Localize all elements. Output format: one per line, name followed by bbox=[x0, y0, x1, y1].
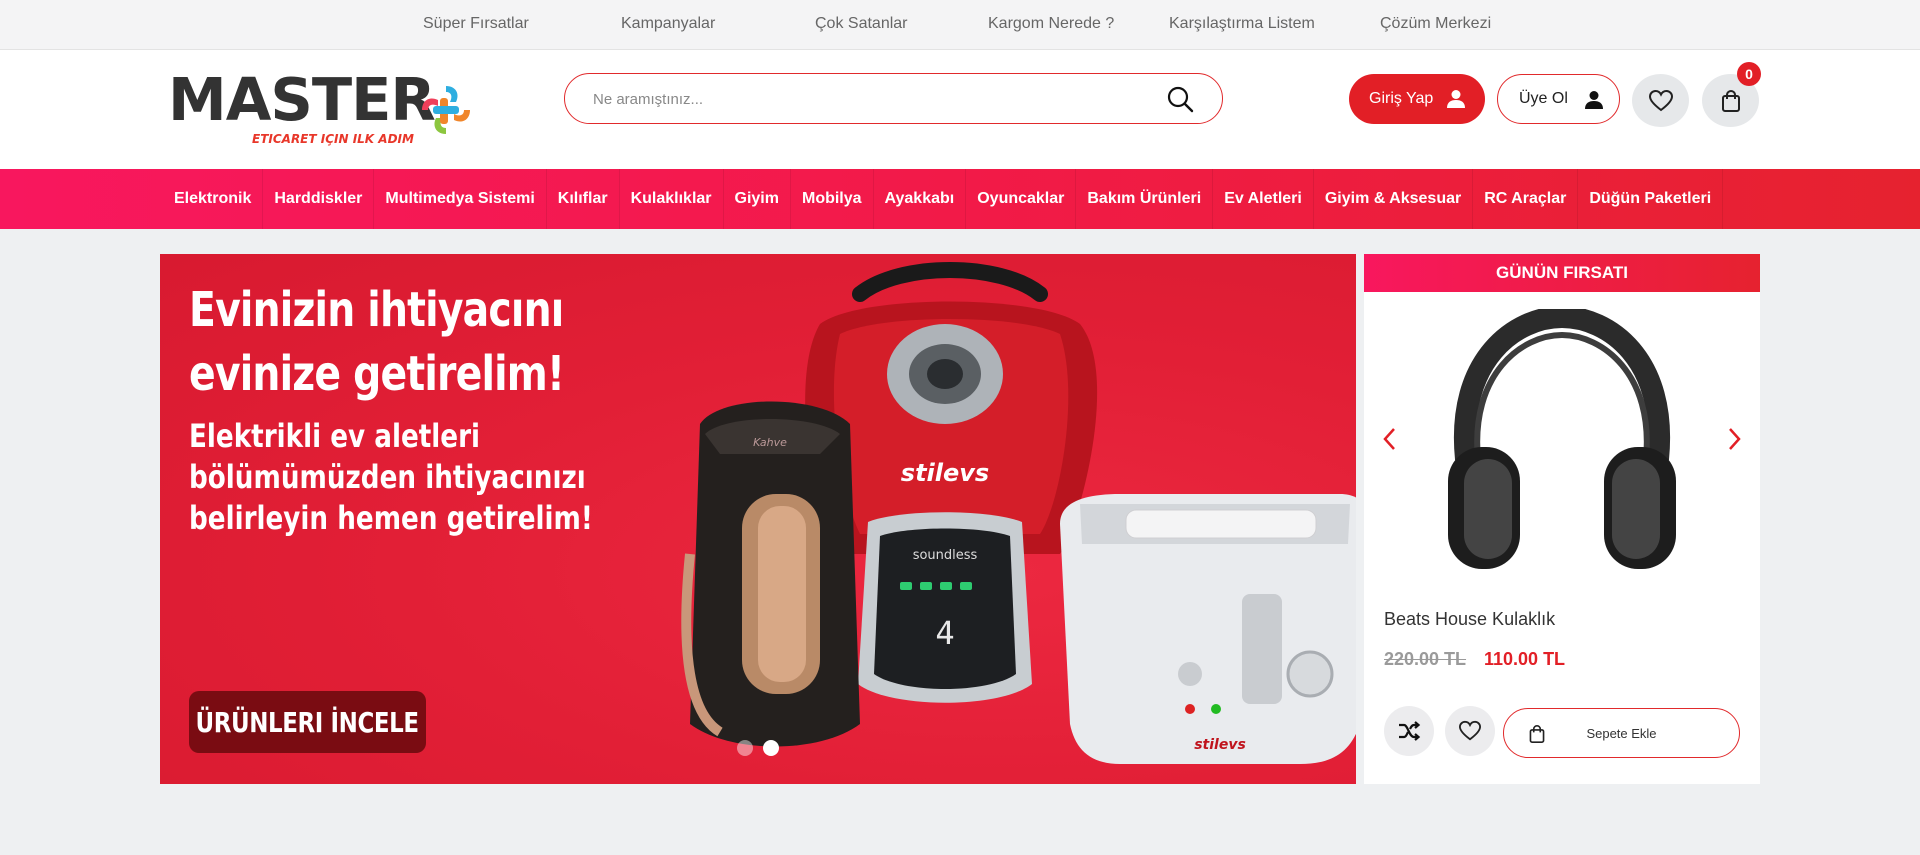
logo-wordmark: MASTER bbox=[168, 65, 436, 134]
vacuum-model-label: soundless bbox=[913, 548, 978, 563]
category-item[interactable]: Multimedya Sistemi bbox=[374, 169, 547, 229]
link-compare-list[interactable]: Karşılaştırma Listem bbox=[1169, 15, 1315, 33]
slider-dot-active[interactable] bbox=[763, 740, 779, 756]
search-bar bbox=[564, 73, 1223, 124]
search-icon[interactable] bbox=[1166, 85, 1194, 113]
chevron-right-icon[interactable] bbox=[1722, 424, 1746, 454]
category-item[interactable]: RC Araçlar bbox=[1473, 169, 1579, 229]
headphones-product-image[interactable] bbox=[1426, 309, 1698, 589]
link-best-sellers[interactable]: Çok Satanlar bbox=[815, 15, 908, 33]
category-item[interactable]: Elektronik bbox=[163, 169, 264, 229]
add-to-cart-button[interactable]: Sepete Ekle bbox=[1503, 708, 1740, 758]
category-item[interactable]: Düğün Paketleri bbox=[1578, 169, 1724, 229]
sale-price: 110.00 TL bbox=[1484, 649, 1566, 669]
site-header: MASTER ETICARET IÇIN ILK ADIM Giriş Yap … bbox=[0, 50, 1920, 169]
category-nav: Elektronik Harddiskler Multimedya Sistem… bbox=[0, 169, 1920, 229]
svg-text:4: 4 bbox=[935, 614, 954, 652]
logo-mark-icon bbox=[422, 86, 470, 134]
user-icon bbox=[1447, 90, 1465, 108]
logo-tagline: ETICARET IÇIN ILK ADIM bbox=[252, 132, 414, 146]
link-track-cargo[interactable]: Kargom Nerede ? bbox=[988, 15, 1114, 33]
heart-icon bbox=[1458, 720, 1482, 741]
heart-icon bbox=[1648, 89, 1673, 111]
login-label: Giriş Yap bbox=[1369, 90, 1434, 107]
slider-dot[interactable] bbox=[737, 740, 753, 756]
category-item[interactable]: Ev Aletleri bbox=[1213, 169, 1314, 229]
category-item[interactable]: Ayakkabı bbox=[874, 169, 967, 229]
user-icon bbox=[1585, 91, 1603, 109]
register-label: Üye Ol bbox=[1519, 90, 1568, 107]
cart-button[interactable]: 0 bbox=[1702, 62, 1761, 127]
link-campaigns[interactable]: Kampanyalar bbox=[621, 15, 715, 33]
chevron-left-icon[interactable] bbox=[1378, 424, 1402, 454]
add-to-favorites-button[interactable] bbox=[1445, 706, 1495, 756]
register-button[interactable]: Üye Ol bbox=[1497, 74, 1620, 124]
top-utility-bar: Süper Fırsatlar Kampanyalar Çok Satanlar… bbox=[0, 0, 1920, 50]
deal-title: GÜNÜN FIRSATI bbox=[1364, 254, 1760, 292]
slider-dots bbox=[737, 740, 779, 756]
link-support-center[interactable]: Çözüm Merkezi bbox=[1380, 15, 1491, 33]
category-item[interactable]: Oyuncaklar bbox=[966, 169, 1077, 229]
link-super-deals[interactable]: Süper Fırsatlar bbox=[423, 15, 529, 33]
fryer-brand-label: stilevs bbox=[1194, 737, 1246, 753]
cart-count-badge: 0 bbox=[1737, 62, 1761, 86]
shopping-bag-icon bbox=[1529, 724, 1545, 743]
shuffle-icon bbox=[1399, 721, 1421, 741]
view-products-label: ÜRÜNLERI İNCELE bbox=[195, 705, 420, 739]
coffee-brand-label: Kahve bbox=[753, 436, 787, 449]
banner-body-text: Elektrikli ev aletleri bölümümüzden ihti… bbox=[189, 417, 593, 537]
login-button[interactable]: Giriş Yap bbox=[1349, 74, 1485, 124]
category-item[interactable]: Harddiskler bbox=[263, 169, 375, 229]
favorites-button[interactable] bbox=[1632, 74, 1689, 127]
category-item[interactable]: Bakım Ürünleri bbox=[1076, 169, 1214, 229]
vacuum-brand-label: stilevs bbox=[901, 459, 989, 487]
site-logo[interactable]: MASTER ETICARET IÇIN ILK ADIM bbox=[168, 66, 478, 146]
category-item[interactable]: Mobilya bbox=[791, 169, 874, 229]
hero-banner[interactable]: stilevs soundless 4 Kahve stilevs Eviniz… bbox=[160, 254, 1356, 784]
compare-button[interactable] bbox=[1384, 706, 1434, 756]
old-price: 220.00 TL bbox=[1384, 649, 1467, 669]
banner-headline: Evinizin ihtiyacını evinize getirelim! bbox=[189, 282, 565, 402]
search-input[interactable] bbox=[593, 87, 1153, 111]
category-item[interactable]: Giyim bbox=[724, 169, 791, 229]
view-products-button[interactable]: ÜRÜNLERI İNCELE bbox=[189, 691, 426, 753]
add-to-cart-label: Sepete Ekle bbox=[1586, 725, 1657, 741]
category-item[interactable]: Giyim & Aksesuar bbox=[1314, 169, 1474, 229]
deal-product-name[interactable]: Beats House Kulaklık bbox=[1384, 609, 1555, 630]
category-item[interactable]: Kılıflar bbox=[547, 169, 620, 229]
deal-of-the-day: GÜNÜN FIRSATI Beats House Kulaklık 220.0… bbox=[1364, 254, 1760, 784]
category-item[interactable]: Kulaklıklar bbox=[620, 169, 724, 229]
shopping-bag-icon bbox=[1721, 89, 1740, 112]
